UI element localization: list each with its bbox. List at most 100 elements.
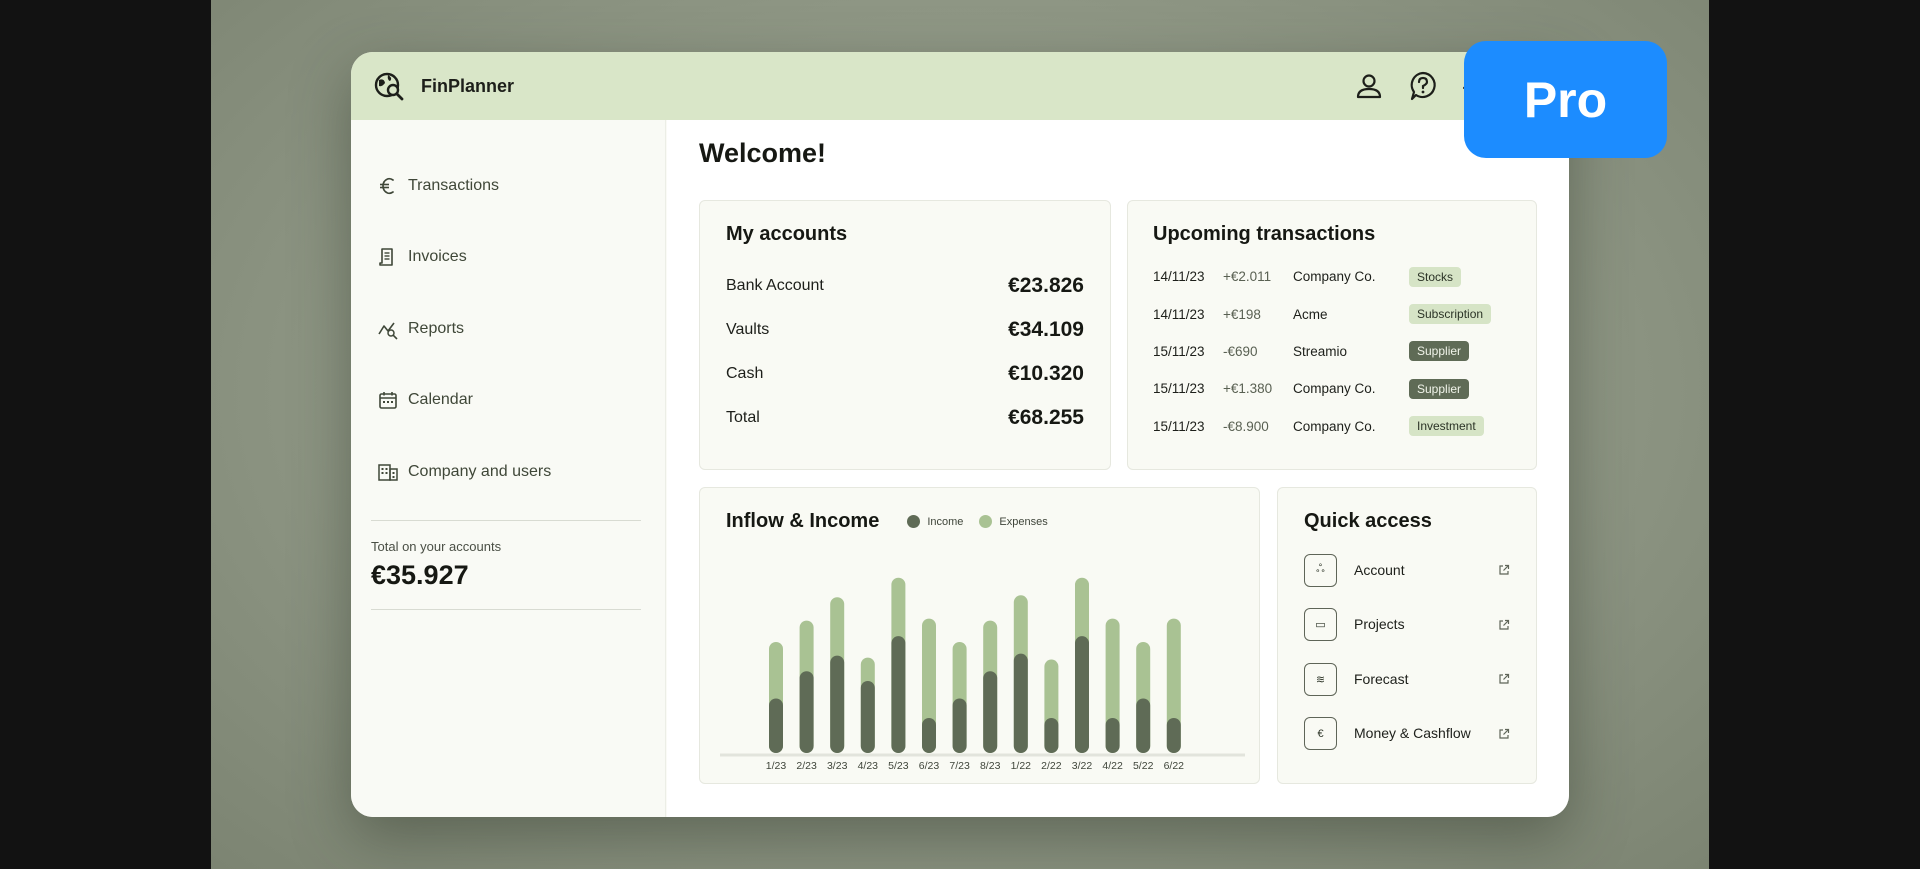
bar-income-2/23: [799, 671, 814, 753]
quick-access-item-icon: ஃ: [1304, 553, 1337, 587]
transaction-tag: Subscription: [1409, 304, 1492, 325]
bar-income-5/22: [1136, 698, 1151, 753]
x-tick-label: 1/23: [766, 760, 787, 772]
sidebar: Transactions Invoices Reports Calendar C…: [351, 120, 666, 817]
transaction-tag: Supplier: [1409, 341, 1470, 362]
external-link-icon[interactable]: [1498, 673, 1510, 685]
quick-access-item-label: Money & Cashflow: [1354, 725, 1471, 742]
sidebar-item-label: Company and users: [408, 462, 552, 480]
transaction-row[interactable]: 15/11/23 +€1.380 Company Co. Supplier: [1153, 370, 1511, 407]
bar-income-6/22: [1166, 717, 1181, 753]
reports-icon: [378, 322, 398, 340]
inflow-income-chart: 1/23 2/23 3/23 4/23 5/23 6/23 7/23 8/23 1/22 2/22…: [720, 577, 1245, 772]
external-link-icon[interactable]: [1498, 564, 1510, 576]
sidebar-item-company-and-users[interactable]: Company and users: [351, 436, 665, 508]
inflow-income-card: Inflow & Income Income Expenses 1/23 2/23…: [699, 487, 1260, 784]
sidebar-item-invoices[interactable]: Invoices: [351, 222, 665, 294]
bar-income-5/23: [891, 636, 906, 753]
transaction-amount: +€1.380: [1223, 381, 1273, 397]
accounts-total: Total on your accounts €35.927: [351, 521, 665, 609]
quick-access-item-account[interactable]: ஃ Account: [1304, 543, 1510, 598]
external-link-icon[interactable]: [1498, 728, 1510, 740]
account-name: Cash: [726, 365, 764, 382]
x-tick-label: 2/23: [796, 760, 817, 772]
quick-access-item-icon: ≋: [1304, 662, 1337, 696]
accounts-total-label: Total on your accounts: [371, 538, 502, 554]
x-tick-label: 5/22: [1133, 760, 1154, 772]
transaction-party: Acme: [1293, 306, 1328, 322]
help-icon[interactable]: [1407, 70, 1439, 102]
x-tick-label: 6/23: [919, 760, 940, 772]
transaction-party: Company Co.: [1293, 418, 1376, 434]
transaction-date: 15/11/23: [1153, 343, 1205, 359]
quick-access-item-icon: €: [1304, 717, 1337, 751]
sidebar-item-label: Calendar: [408, 391, 473, 409]
sidebar-item-label: Reports: [408, 319, 465, 337]
sidebar-item-label: Transactions: [408, 176, 499, 194]
main-content: Welcome! My accounts Bank Account €23.826…: [667, 120, 1569, 817]
x-tick-label: 4/23: [858, 760, 879, 772]
transaction-amount: -€690: [1223, 343, 1258, 359]
chart-title: Inflow & Income: [726, 510, 880, 532]
my-accounts-title: My accounts: [726, 223, 848, 245]
upcoming-transactions-card: Upcoming transactions 14/11/23 +€2.011 Com…: [1127, 200, 1537, 470]
transaction-tag: Investment: [1409, 416, 1484, 437]
sidebar-item-label: Invoices: [408, 248, 467, 266]
legend-swatch-expenses: [979, 515, 993, 528]
account-value: €68.255: [1008, 406, 1084, 429]
transaction-row[interactable]: 15/11/23 -€690 Streamio Supplier: [1153, 333, 1511, 370]
quick-access-item-icon: ▭: [1304, 608, 1337, 642]
quick-access-title: Quick access: [1304, 510, 1432, 532]
sidebar-divider: [371, 608, 641, 610]
transaction-party: Company Co.: [1293, 269, 1376, 285]
transaction-date: 15/11/23: [1153, 418, 1205, 434]
calendar-icon: [379, 392, 397, 410]
euro-icon: [380, 177, 394, 194]
transaction-date: 14/11/23: [1153, 269, 1205, 285]
upcoming-transactions-title: Upcoming transactions: [1153, 223, 1376, 245]
bar-income-2/22: [1044, 717, 1059, 753]
transaction-row[interactable]: 14/11/23 +€198 Acme Subscription: [1153, 295, 1511, 332]
quick-access-item-label: Account: [1354, 561, 1405, 578]
invoice-icon: [379, 248, 393, 267]
app-window: FinPlanner Transactions Invoices Reports…: [351, 52, 1569, 817]
account-row: Vaults €34.109: [726, 308, 1084, 352]
bar-income-8/23: [983, 671, 998, 753]
quick-access-item-label: Projects: [1354, 616, 1405, 633]
bar-income-6/23: [922, 717, 936, 753]
quick-access-item-forecast[interactable]: ≋ Forecast: [1304, 652, 1510, 707]
x-tick-label: 3/22: [1072, 760, 1093, 772]
globe-search-logo-icon: [374, 72, 404, 101]
sidebar-nav: Transactions Invoices Reports Calendar C…: [351, 120, 665, 508]
sidebar-item-transactions[interactable]: Transactions: [351, 150, 665, 222]
sidebar-item-reports[interactable]: Reports: [351, 293, 665, 365]
transaction-row[interactable]: 15/11/23 -€8.900 Company Co. Investment: [1153, 408, 1511, 445]
legend-item-expenses: Expenses: [979, 515, 1048, 528]
external-link-icon[interactable]: [1498, 619, 1510, 631]
transaction-amount: -€8.900: [1223, 418, 1269, 434]
quick-access-item-projects[interactable]: ▭ Projects: [1304, 598, 1510, 653]
x-tick-label: 7/23: [949, 760, 970, 772]
account-row: Total €68.255: [726, 396, 1084, 440]
x-tick-label: 4/22: [1102, 760, 1123, 772]
x-tick-label: 8/23: [980, 760, 1001, 772]
transaction-amount: +€2.011: [1223, 269, 1272, 285]
transaction-row[interactable]: 14/11/23 +€2.011 Company Co. Stocks: [1153, 258, 1511, 295]
quick-access-card: Quick access ஃ Account ▭ Projects ≋ Forecast €…: [1277, 487, 1537, 784]
transaction-party: Company Co.: [1293, 381, 1376, 397]
transaction-party: Streamio: [1293, 343, 1348, 359]
account-value: €23.826: [1008, 274, 1084, 297]
transaction-tag: Supplier: [1409, 378, 1470, 399]
sidebar-item-calendar[interactable]: Calendar: [351, 365, 665, 437]
user-icon[interactable]: [1353, 70, 1385, 102]
building-icon: [378, 464, 398, 481]
bar-income-7/23: [952, 698, 967, 753]
legend-item-income: Income: [907, 515, 963, 528]
x-tick-label: 1/22: [1011, 760, 1032, 772]
account-name: Total: [726, 409, 760, 426]
x-tick-label: 6/22: [1164, 760, 1185, 772]
x-tick-label: 3/23: [827, 760, 848, 772]
quick-access-item-money-cashflow[interactable]: € Money & Cashflow: [1304, 707, 1510, 762]
x-tick-label: 5/23: [888, 760, 909, 772]
bar-income-3/22: [1075, 636, 1089, 753]
